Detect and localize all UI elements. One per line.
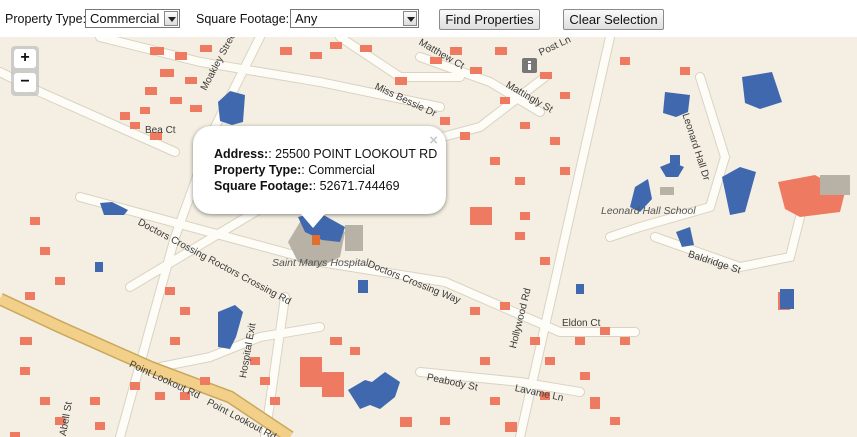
property-type-value: Commercial xyxy=(90,11,160,26)
square-footage-select[interactable]: Any xyxy=(290,9,419,28)
info-icon[interactable] xyxy=(522,58,537,73)
popup-type-value: : Commercial xyxy=(301,163,375,177)
popup-type-label: Property Type: xyxy=(214,163,302,177)
chevron-down-icon[interactable] xyxy=(164,11,178,26)
popup-sqft-value: : 52671.744469 xyxy=(312,179,400,193)
square-footage-label: Square Footage: xyxy=(196,12,290,26)
property-type-label: Property Type: xyxy=(5,12,87,26)
popup-sqft-label: Square Footage: xyxy=(214,179,313,193)
popup-address-label: Address: xyxy=(214,147,269,161)
property-type-select[interactable]: Commercial xyxy=(85,9,180,28)
clear-selection-button[interactable]: Clear Selection xyxy=(563,9,664,30)
place-label-school: Leonard Hall School xyxy=(601,205,696,217)
popup-address-value: : 25500 POINT LOOKOUT RD xyxy=(268,147,438,161)
filter-toolbar: Property Type: Commercial Square Footage… xyxy=(0,0,857,38)
zoom-out-button[interactable]: − xyxy=(14,73,36,92)
popup-address: Address:: 25500 POINT LOOKOUT RD xyxy=(214,147,437,161)
street-label-eldon-ct: Eldon Ct xyxy=(562,318,601,329)
zoom-control: + − xyxy=(11,46,39,96)
map-view[interactable]: Matthew Ct Post Ln Mattingly St Miss Bes… xyxy=(0,37,857,437)
find-properties-button[interactable]: Find Properties xyxy=(439,9,540,30)
property-popup: × Address:: 25500 POINT LOOKOUT RD Prope… xyxy=(193,126,446,228)
square-footage-value: Any xyxy=(295,11,318,26)
popup-type: Property Type:: Commercial xyxy=(214,163,375,177)
place-label-hospital: Saint Marys Hospital xyxy=(272,257,369,269)
chevron-down-icon[interactable] xyxy=(403,11,417,26)
zoom-in-button[interactable]: + xyxy=(14,49,36,68)
street-label-bea-ct: Bea Ct xyxy=(145,125,176,136)
popup-sqft: Square Footage:: 52671.744469 xyxy=(214,179,400,193)
hospital-marker[interactable] xyxy=(312,235,320,245)
